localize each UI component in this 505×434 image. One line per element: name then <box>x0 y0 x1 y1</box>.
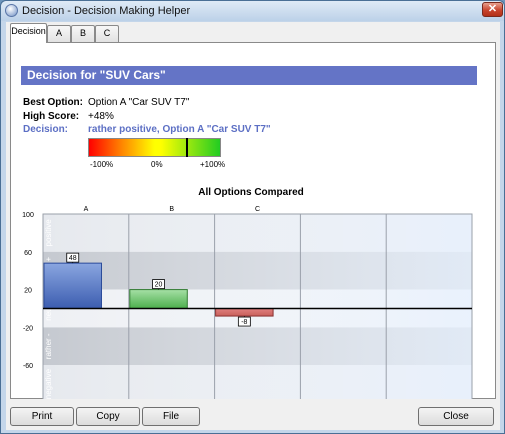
tab-decision[interactable]: Decision <box>10 23 47 43</box>
app-icon <box>5 4 18 17</box>
bar-c <box>215 308 274 317</box>
y-tick-label: 20 <box>24 288 32 295</box>
tab-c[interactable]: C <box>95 25 119 42</box>
score-marker <box>186 138 188 157</box>
y-tick-label: -20 <box>23 325 33 332</box>
decision-header: Decision for "SUV Cars" <box>21 66 477 85</box>
tab-b[interactable]: B <box>71 25 95 42</box>
high-score-value: +48% <box>88 111 114 122</box>
bar-a <box>43 262 102 309</box>
app-window: Decision - Decision Making Helper ✕ Deci… <box>0 0 505 434</box>
band-label: positive <box>44 219 53 247</box>
window-close-button[interactable]: ✕ <box>482 2 503 17</box>
window-title: Decision - Decision Making Helper <box>22 5 191 17</box>
value-label: 48 <box>69 255 77 262</box>
client-area: Decision A B C Decision for "SUV Cars" B… <box>6 22 500 430</box>
high-score-label: High Score: <box>23 111 80 122</box>
bar-b <box>129 289 188 309</box>
chart-title: All Options Compared <box>198 187 304 198</box>
y-tick-label: 60 <box>24 250 32 257</box>
title-bar: Decision - Decision Making Helper ✕ <box>1 1 504 21</box>
best-option-value: Option A "Car SUV T7" <box>88 97 190 108</box>
scale-min-label: -100% <box>90 160 114 169</box>
decision-panel: Decision for "SUV Cars" Best Option: Opt… <box>10 42 496 399</box>
decision-value: rather positive, Option A "Car SUV T7" <box>88 124 271 135</box>
band-label: rather - <box>44 333 53 359</box>
close-button[interactable]: Close <box>418 407 494 426</box>
file-button[interactable]: File <box>142 407 200 426</box>
value-label: 20 <box>155 282 163 289</box>
decision-label: Decision: <box>23 124 69 135</box>
y-tick-label: 100 <box>22 212 34 219</box>
scale-max-label: +100% <box>200 160 226 169</box>
options-chart: All Options Compared 1006020-20-60-100po… <box>22 187 473 399</box>
value-label: -8 <box>241 319 247 326</box>
x-category-label: A <box>84 206 89 213</box>
score-indicator-bar <box>88 138 221 157</box>
x-category-label: B <box>169 206 174 213</box>
print-button[interactable]: Print <box>10 407 74 426</box>
best-option-label: Best Option: <box>23 97 83 108</box>
x-category-label: C <box>255 206 260 213</box>
copy-button[interactable]: Copy <box>76 407 140 426</box>
chart-overlay <box>43 214 472 399</box>
band-label: negative <box>44 368 53 399</box>
y-tick-label: -60 <box>23 363 33 370</box>
tab-a[interactable]: A <box>47 25 71 42</box>
scale-mid-label: 0% <box>151 160 163 169</box>
